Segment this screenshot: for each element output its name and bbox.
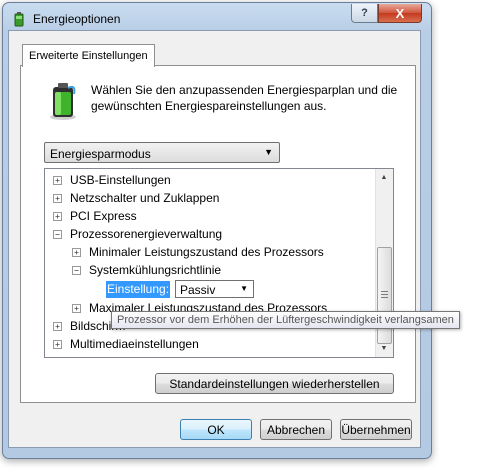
help-button[interactable]: ? xyxy=(351,4,378,23)
collapse-icon[interactable]: − xyxy=(72,266,81,275)
scrollbar-thumb[interactable] xyxy=(377,247,392,344)
grip-line xyxy=(381,297,388,298)
expand-icon[interactable]: + xyxy=(53,212,62,221)
expand-icon[interactable]: + xyxy=(53,194,62,203)
expand-icon[interactable]: + xyxy=(53,340,62,349)
settings-tree[interactable]: + USB-Einstellungen + Netzschalter und Z… xyxy=(44,168,394,358)
tree-item-multimedia[interactable]: + Multimediaeinstellungen xyxy=(45,335,378,353)
apply-button[interactable]: Übernehmen xyxy=(340,419,412,440)
expand-icon[interactable]: + xyxy=(53,176,62,185)
close-button[interactable]: X xyxy=(378,4,422,23)
chevron-down-icon: ▼ xyxy=(264,147,273,157)
scroll-down-arrow-icon[interactable]: ▼ xyxy=(376,340,392,357)
plan-description: Wählen Sie den anzupassenden Energiespar… xyxy=(91,83,398,113)
collapse-icon[interactable]: − xyxy=(53,230,62,239)
tree-item-label: Systemkühlungsrichtlinie xyxy=(89,263,222,277)
cooling-policy-select[interactable]: Passiv ▼ xyxy=(175,280,254,298)
chevron-down-icon: ▼ xyxy=(240,284,248,293)
tooltip: Prozessor vor dem Erhöhen der Lüftergesc… xyxy=(111,311,460,329)
battery-plan-icon xyxy=(50,83,76,120)
battery-app-icon xyxy=(14,12,24,27)
tree-item-processor-power[interactable]: − Prozessorenergieverwaltung xyxy=(45,225,378,243)
tree-item-label: Multimediaeinstellungen xyxy=(70,337,199,351)
restore-defaults-button[interactable]: Standardeinstellungen wiederherstellen xyxy=(155,373,394,394)
tree-item-label: Netzschalter und Zuklappen xyxy=(70,191,220,205)
expand-icon[interactable]: + xyxy=(72,248,81,257)
tree-item-label: Prozessorenergieverwaltung xyxy=(70,227,223,241)
tree-item-label: Minimaler Leistungszustand des Prozessor… xyxy=(89,245,324,259)
tree-item-power-buttons[interactable]: + Netzschalter und Zuklappen xyxy=(45,189,378,207)
tab-advanced-settings[interactable]: Erweiterte Einstellungen xyxy=(22,44,155,67)
expand-icon[interactable]: + xyxy=(72,304,81,313)
scroll-up-arrow-icon[interactable]: ▲ xyxy=(376,169,392,186)
cancel-button[interactable]: Abbrechen xyxy=(260,419,332,440)
ok-button[interactable]: OK xyxy=(180,419,252,440)
expand-icon[interactable]: + xyxy=(53,322,62,331)
tree-item-usb[interactable]: + USB-Einstellungen xyxy=(45,171,378,189)
tree-item-cooling-policy[interactable]: − Systemkühlungsrichtlinie xyxy=(45,261,378,279)
tree-item-label: PCI Express xyxy=(70,209,137,223)
power-plan-select[interactable]: Energiesparmodus ▼ xyxy=(44,142,280,163)
cooling-policy-value: Passiv xyxy=(180,283,216,297)
tree-item-min-processor-state[interactable]: + Minimaler Leistungszustand des Prozess… xyxy=(45,243,378,261)
grip-line xyxy=(381,294,388,295)
power-plan-select-value: Energiesparmodus xyxy=(50,147,151,161)
setting-label: Einstellung: xyxy=(106,281,171,298)
grip-line xyxy=(381,291,388,292)
tree-item-pci-express[interactable]: + PCI Express xyxy=(45,207,378,225)
tree-item-label: USB-Einstellungen xyxy=(70,173,171,187)
window-title: Energieoptionen xyxy=(33,12,121,26)
